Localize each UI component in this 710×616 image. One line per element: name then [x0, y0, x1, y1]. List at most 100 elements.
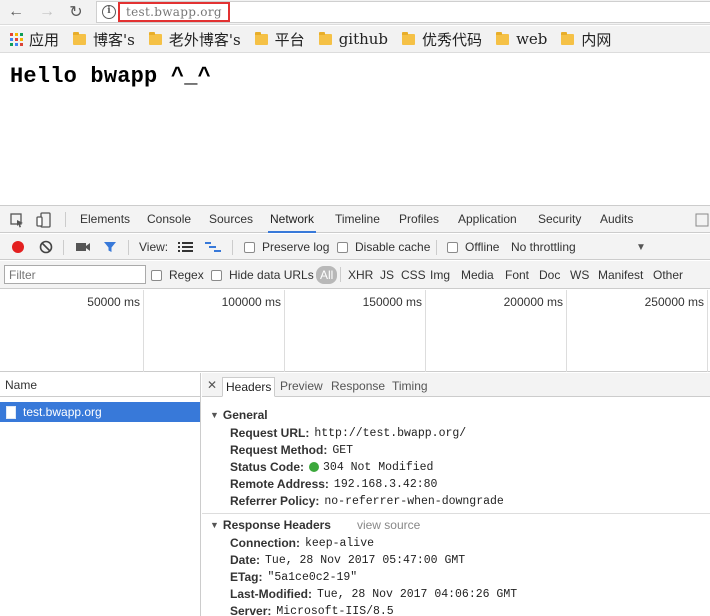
tab-network[interactable]: Network: [268, 206, 317, 233]
tab-preview[interactable]: Preview: [277, 377, 326, 397]
response-headers-section-header[interactable]: ▼ Response Headers view source: [210, 518, 420, 532]
document-icon: [6, 405, 16, 419]
url-text[interactable]: test.bwapp.org: [118, 2, 230, 22]
bookmark-folder[interactable]: 优秀代码: [402, 29, 482, 50]
tab-application[interactable]: Application: [456, 206, 519, 233]
general-section-header[interactable]: ▼ General: [210, 408, 268, 422]
request-list: Name test.bwapp.org: [0, 373, 201, 616]
throttling-dropdown-arrow-icon[interactable]: ▼: [636, 234, 646, 260]
tab-separator: [65, 212, 66, 227]
network-overview-timeline[interactable]: 50000 ms 100000 ms 150000 ms 200000 ms 2…: [0, 290, 710, 372]
back-arrow-icon[interactable]: ←: [6, 2, 26, 22]
bookmark-label: 应用: [29, 30, 60, 49]
throttling-value: No throttling: [511, 240, 576, 254]
collapse-triangle-icon: ▼: [210, 520, 219, 530]
disable-cache-checkbox[interactable]: Disable cache: [337, 234, 430, 260]
header-value: Tue, 28 Nov 2017 05:47:00 GMT: [265, 553, 466, 567]
offline-label: Offline: [465, 240, 500, 254]
large-rows-list-icon[interactable]: [178, 234, 193, 260]
bookmark-folder[interactable]: 平台: [254, 29, 305, 50]
devtools-tabbar: Elements Console Sources Network Timelin…: [0, 206, 710, 233]
header-row: Request URL: http://test.bwapp.org/: [230, 426, 466, 440]
checkbox-box[interactable]: [211, 269, 222, 281]
tab-audits[interactable]: Audits: [598, 206, 635, 233]
filter-input[interactable]: [4, 265, 146, 284]
filter-type-media[interactable]: Media: [461, 262, 494, 288]
checkbox-box[interactable]: [447, 241, 458, 253]
address-bar[interactable]: i test.bwapp.org: [96, 1, 710, 23]
tab-timeline[interactable]: Timeline: [333, 206, 382, 233]
regex-checkbox[interactable]: Regex: [151, 262, 204, 288]
timeline-tick: 100000 ms: [144, 290, 285, 372]
collapse-triangle-icon: ▼: [210, 410, 219, 420]
header-row: Request Method: GET: [230, 443, 353, 457]
tab-profiles[interactable]: Profiles: [397, 206, 441, 233]
bookmark-folder[interactable]: 博客's: [73, 29, 135, 50]
waterfall-overview-icon[interactable]: [205, 234, 221, 260]
checkbox-box[interactable]: [151, 269, 162, 281]
clear-icon[interactable]: [39, 234, 53, 260]
tab-headers[interactable]: Headers: [222, 377, 276, 397]
header-value: GET: [332, 443, 354, 457]
filter-type-css[interactable]: CSS: [401, 262, 426, 288]
page-heading: Hello bwapp ^_^: [10, 64, 212, 89]
folder-icon: [254, 31, 268, 45]
bookmark-folder[interactable]: github: [318, 30, 388, 48]
timeline-tick: 250000 ms: [567, 290, 708, 372]
preserve-log-checkbox[interactable]: Preserve log: [244, 234, 329, 260]
bookmark-folder[interactable]: 内网: [561, 29, 611, 50]
bookmark-label: 内网: [581, 30, 612, 49]
bookmark-folder[interactable]: 老外博客's: [148, 29, 241, 50]
filter-type-ws[interactable]: WS: [570, 262, 589, 288]
header-key: Connection:: [230, 536, 300, 550]
tab-console[interactable]: Console: [145, 206, 193, 233]
tab-security[interactable]: Security: [536, 206, 583, 233]
tab-elements[interactable]: Elements: [78, 206, 132, 233]
filter-type-xhr[interactable]: XHR: [348, 262, 373, 288]
view-source-link[interactable]: view source: [357, 518, 420, 532]
header-value: Tue, 28 Nov 2017 04:06:26 GMT: [317, 587, 518, 601]
header-row: Remote Address: 192.168.3.42:80: [230, 477, 437, 491]
info-icon[interactable]: i: [102, 5, 116, 19]
bookmark-folder[interactable]: web: [496, 30, 547, 48]
header-key: Server:: [230, 604, 272, 616]
device-toolbar-icon[interactable]: [36, 212, 52, 228]
screenshot-camera-icon[interactable]: [75, 234, 91, 260]
close-icon[interactable]: ✕: [207, 378, 217, 392]
filter-type-js[interactable]: JS: [380, 262, 394, 288]
filter-separator: [340, 267, 341, 282]
tab-timing[interactable]: Timing: [389, 377, 431, 397]
tab-sources[interactable]: Sources: [207, 206, 255, 233]
folder-icon: [402, 31, 416, 45]
hide-data-urls-checkbox[interactable]: Hide data URLs: [211, 262, 314, 288]
offline-checkbox[interactable]: Offline: [447, 234, 499, 260]
tick-label: 100000 ms: [221, 295, 281, 309]
reload-icon[interactable]: ↻: [66, 2, 86, 22]
filter-type-other[interactable]: Other: [653, 262, 683, 288]
name-column-header[interactable]: Name: [0, 373, 200, 397]
filter-type-font[interactable]: Font: [505, 262, 529, 288]
header-value: "5a1ce0c2-19": [267, 570, 358, 584]
forward-arrow-icon[interactable]: →: [37, 2, 57, 22]
record-icon[interactable]: [11, 234, 25, 260]
bookmark-apps[interactable]: 应用: [10, 29, 59, 50]
header-value: 304 Not Modified: [323, 460, 434, 474]
filter-type-label: All: [316, 266, 338, 284]
bookmark-label: 优秀代码: [422, 30, 483, 49]
filter-type-manifest[interactable]: Manifest: [598, 262, 643, 288]
inspect-element-icon[interactable]: [9, 212, 25, 228]
bookmark-label: 老外博客's: [168, 30, 241, 49]
throttling-select[interactable]: No throttling: [511, 234, 576, 260]
filter-funnel-icon[interactable]: [103, 234, 117, 260]
filter-type-img[interactable]: Img: [430, 262, 450, 288]
more-tabs-icon[interactable]: [694, 212, 710, 228]
request-row[interactable]: test.bwapp.org: [0, 402, 200, 422]
filter-type-doc[interactable]: Doc: [539, 262, 560, 288]
tab-response[interactable]: Response: [328, 377, 388, 397]
checkbox-box[interactable]: [337, 241, 348, 253]
tick-label: 200000 ms: [503, 295, 563, 309]
checkbox-box[interactable]: [244, 241, 255, 253]
tick-label: 250000 ms: [644, 295, 704, 309]
header-value: http://test.bwapp.org/: [314, 426, 467, 440]
filter-type-all[interactable]: All: [316, 262, 338, 288]
